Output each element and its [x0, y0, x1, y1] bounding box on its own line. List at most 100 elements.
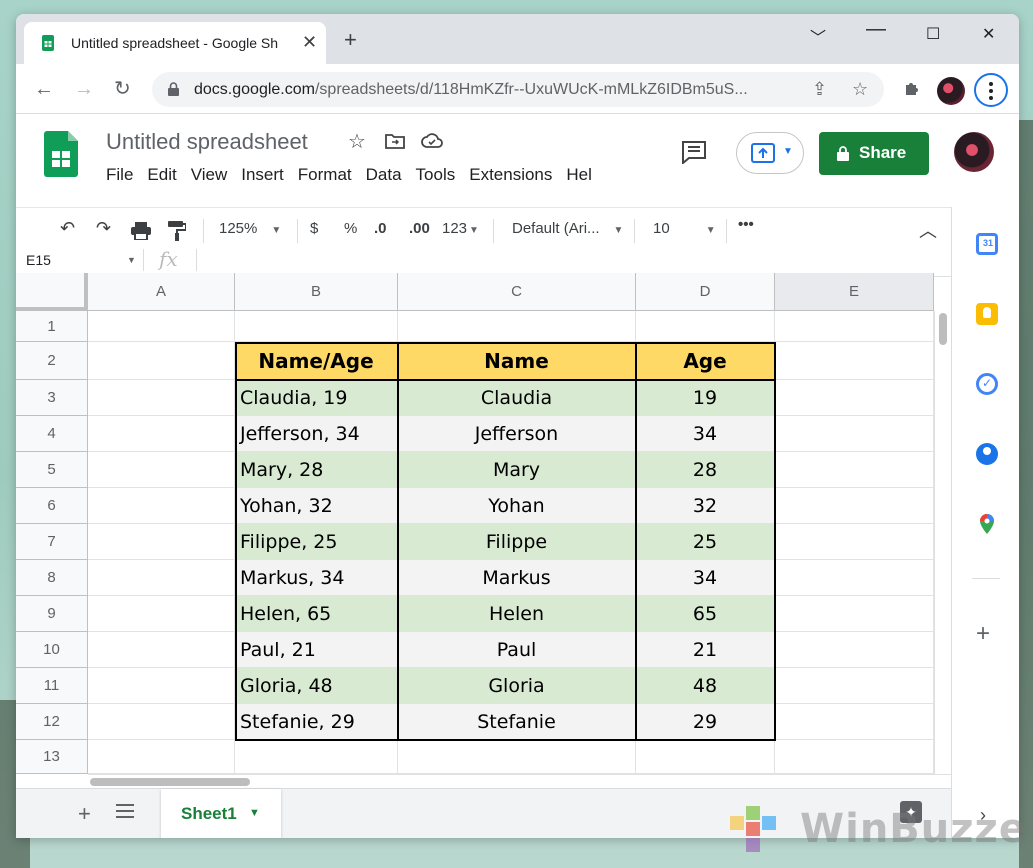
share-button[interactable]: Share [819, 132, 929, 175]
menu-insert[interactable]: Insert [241, 165, 284, 185]
currency-format-button[interactable]: $ [310, 220, 318, 237]
empty-cell[interactable] [88, 342, 235, 380]
empty-cell[interactable] [775, 524, 934, 560]
more-formats-select[interactable]: 123 ▼ [442, 220, 479, 237]
menu-format[interactable]: Format [298, 165, 352, 185]
tasks-icon[interactable]: ✓ [976, 373, 998, 395]
table-cell[interactable]: Gloria, 48 [235, 668, 398, 704]
table-cell[interactable]: Mary [398, 452, 636, 488]
table-cell[interactable]: Stefanie, 29 [235, 704, 398, 740]
row-header[interactable]: 6 [16, 488, 88, 524]
share-page-icon[interactable]: ⇪ [812, 79, 827, 100]
zoom-select[interactable]: 125% ▼ [219, 220, 281, 237]
empty-cell[interactable] [775, 452, 934, 488]
close-window-icon[interactable]: ✕ [982, 24, 995, 44]
empty-cell[interactable] [775, 560, 934, 596]
table-header-cell[interactable]: Name [398, 342, 636, 380]
font-size-select[interactable]: 10 ▼ [653, 220, 716, 237]
table-cell[interactable]: 29 [636, 704, 775, 740]
empty-cell[interactable] [88, 560, 235, 596]
empty-cell[interactable] [88, 311, 235, 342]
table-cell[interactable]: Mary, 28 [235, 452, 398, 488]
formula-input[interactable] [202, 247, 942, 273]
name-box[interactable]: E15 [26, 252, 51, 268]
caret-down-icon[interactable]: ▼ [249, 807, 260, 819]
collapse-toolbar-icon[interactable]: ︿ [919, 217, 937, 243]
table-cell[interactable]: 34 [636, 416, 775, 452]
horizontal-scroll-thumb[interactable] [90, 778, 250, 786]
sheet-tab[interactable]: Sheet1 ▼ [161, 789, 281, 838]
table-cell[interactable]: Gloria [398, 668, 636, 704]
chevron-down-icon[interactable]: ﹀ [810, 24, 826, 48]
maximize-icon[interactable]: ☐ [926, 24, 940, 44]
row-header[interactable]: 9 [16, 596, 88, 632]
increase-decimal-button[interactable]: .00 [409, 220, 430, 237]
table-cell[interactable]: Jefferson [398, 416, 636, 452]
profile-avatar[interactable] [937, 77, 965, 105]
empty-cell[interactable] [636, 311, 775, 342]
row-header[interactable]: 3 [16, 380, 88, 416]
empty-cell[interactable] [88, 524, 235, 560]
table-cell[interactable]: 28 [636, 452, 775, 488]
empty-cell[interactable] [775, 740, 934, 774]
empty-cell[interactable] [775, 311, 934, 342]
table-cell[interactable]: 34 [636, 560, 775, 596]
empty-cell[interactable] [235, 740, 398, 774]
table-cell[interactable]: Yohan [398, 488, 636, 524]
maps-icon[interactable] [976, 513, 998, 535]
horizontal-scrollbar[interactable] [88, 774, 951, 788]
table-cell[interactable]: Helen, 65 [235, 596, 398, 632]
keep-icon[interactable] [976, 303, 998, 325]
empty-cell[interactable] [775, 668, 934, 704]
empty-cell[interactable] [775, 704, 934, 740]
comment-history-icon[interactable] [681, 140, 707, 164]
row-header[interactable]: 12 [16, 704, 88, 740]
empty-cell[interactable] [775, 380, 934, 416]
row-header[interactable]: 11 [16, 668, 88, 704]
empty-cell[interactable] [88, 452, 235, 488]
table-header-cell[interactable]: Age [636, 342, 775, 380]
row-header[interactable]: 8 [16, 560, 88, 596]
bookmark-star-icon[interactable]: ☆ [852, 79, 868, 100]
account-avatar[interactable] [954, 132, 994, 172]
menu-data[interactable]: Data [366, 165, 402, 185]
row-header[interactable]: 10 [16, 632, 88, 668]
row-header[interactable]: 13 [16, 740, 88, 774]
empty-cell[interactable] [398, 740, 636, 774]
table-cell[interactable]: 65 [636, 596, 775, 632]
table-cell[interactable]: Paul, 21 [235, 632, 398, 668]
row-header[interactable]: 5 [16, 452, 88, 488]
add-sheet-icon[interactable]: + [78, 801, 91, 827]
table-cell[interactable]: 21 [636, 632, 775, 668]
document-title[interactable]: Untitled spreadsheet [106, 129, 308, 155]
row-header[interactable]: 7 [16, 524, 88, 560]
empty-cell[interactable] [88, 632, 235, 668]
empty-cell[interactable] [88, 668, 235, 704]
sheets-logo-icon[interactable] [44, 131, 78, 177]
font-family-select[interactable]: Default (Ari... ▼ [512, 220, 623, 237]
undo-icon[interactable]: ↶ [60, 218, 75, 239]
empty-cell[interactable] [636, 740, 775, 774]
back-icon[interactable]: ← [34, 77, 54, 101]
table-cell[interactable]: Jefferson, 34 [235, 416, 398, 452]
paint-format-icon[interactable] [168, 221, 186, 241]
row-header[interactable]: 1 [16, 311, 88, 342]
contacts-icon[interactable] [976, 443, 998, 465]
print-icon[interactable] [131, 222, 151, 240]
table-cell[interactable]: Markus, 34 [235, 560, 398, 596]
empty-cell[interactable] [88, 416, 235, 452]
close-tab-icon[interactable]: ✕ [302, 32, 317, 52]
empty-cell[interactable] [775, 342, 934, 380]
menu-view[interactable]: View [191, 165, 228, 185]
empty-cell[interactable] [88, 596, 235, 632]
vertical-scrollbar[interactable] [934, 311, 951, 787]
browser-tab[interactable]: Untitled spreadsheet - Google Sh ✕ [24, 22, 326, 64]
column-header-e[interactable]: E [775, 273, 934, 311]
column-header-b[interactable]: B [235, 273, 398, 311]
table-cell[interactable]: Markus [398, 560, 636, 596]
empty-cell[interactable] [775, 596, 934, 632]
present-button[interactable]: ▼ [736, 132, 804, 174]
forward-icon[interactable]: → [74, 77, 94, 101]
empty-cell[interactable] [235, 311, 398, 342]
empty-cell[interactable] [88, 704, 235, 740]
